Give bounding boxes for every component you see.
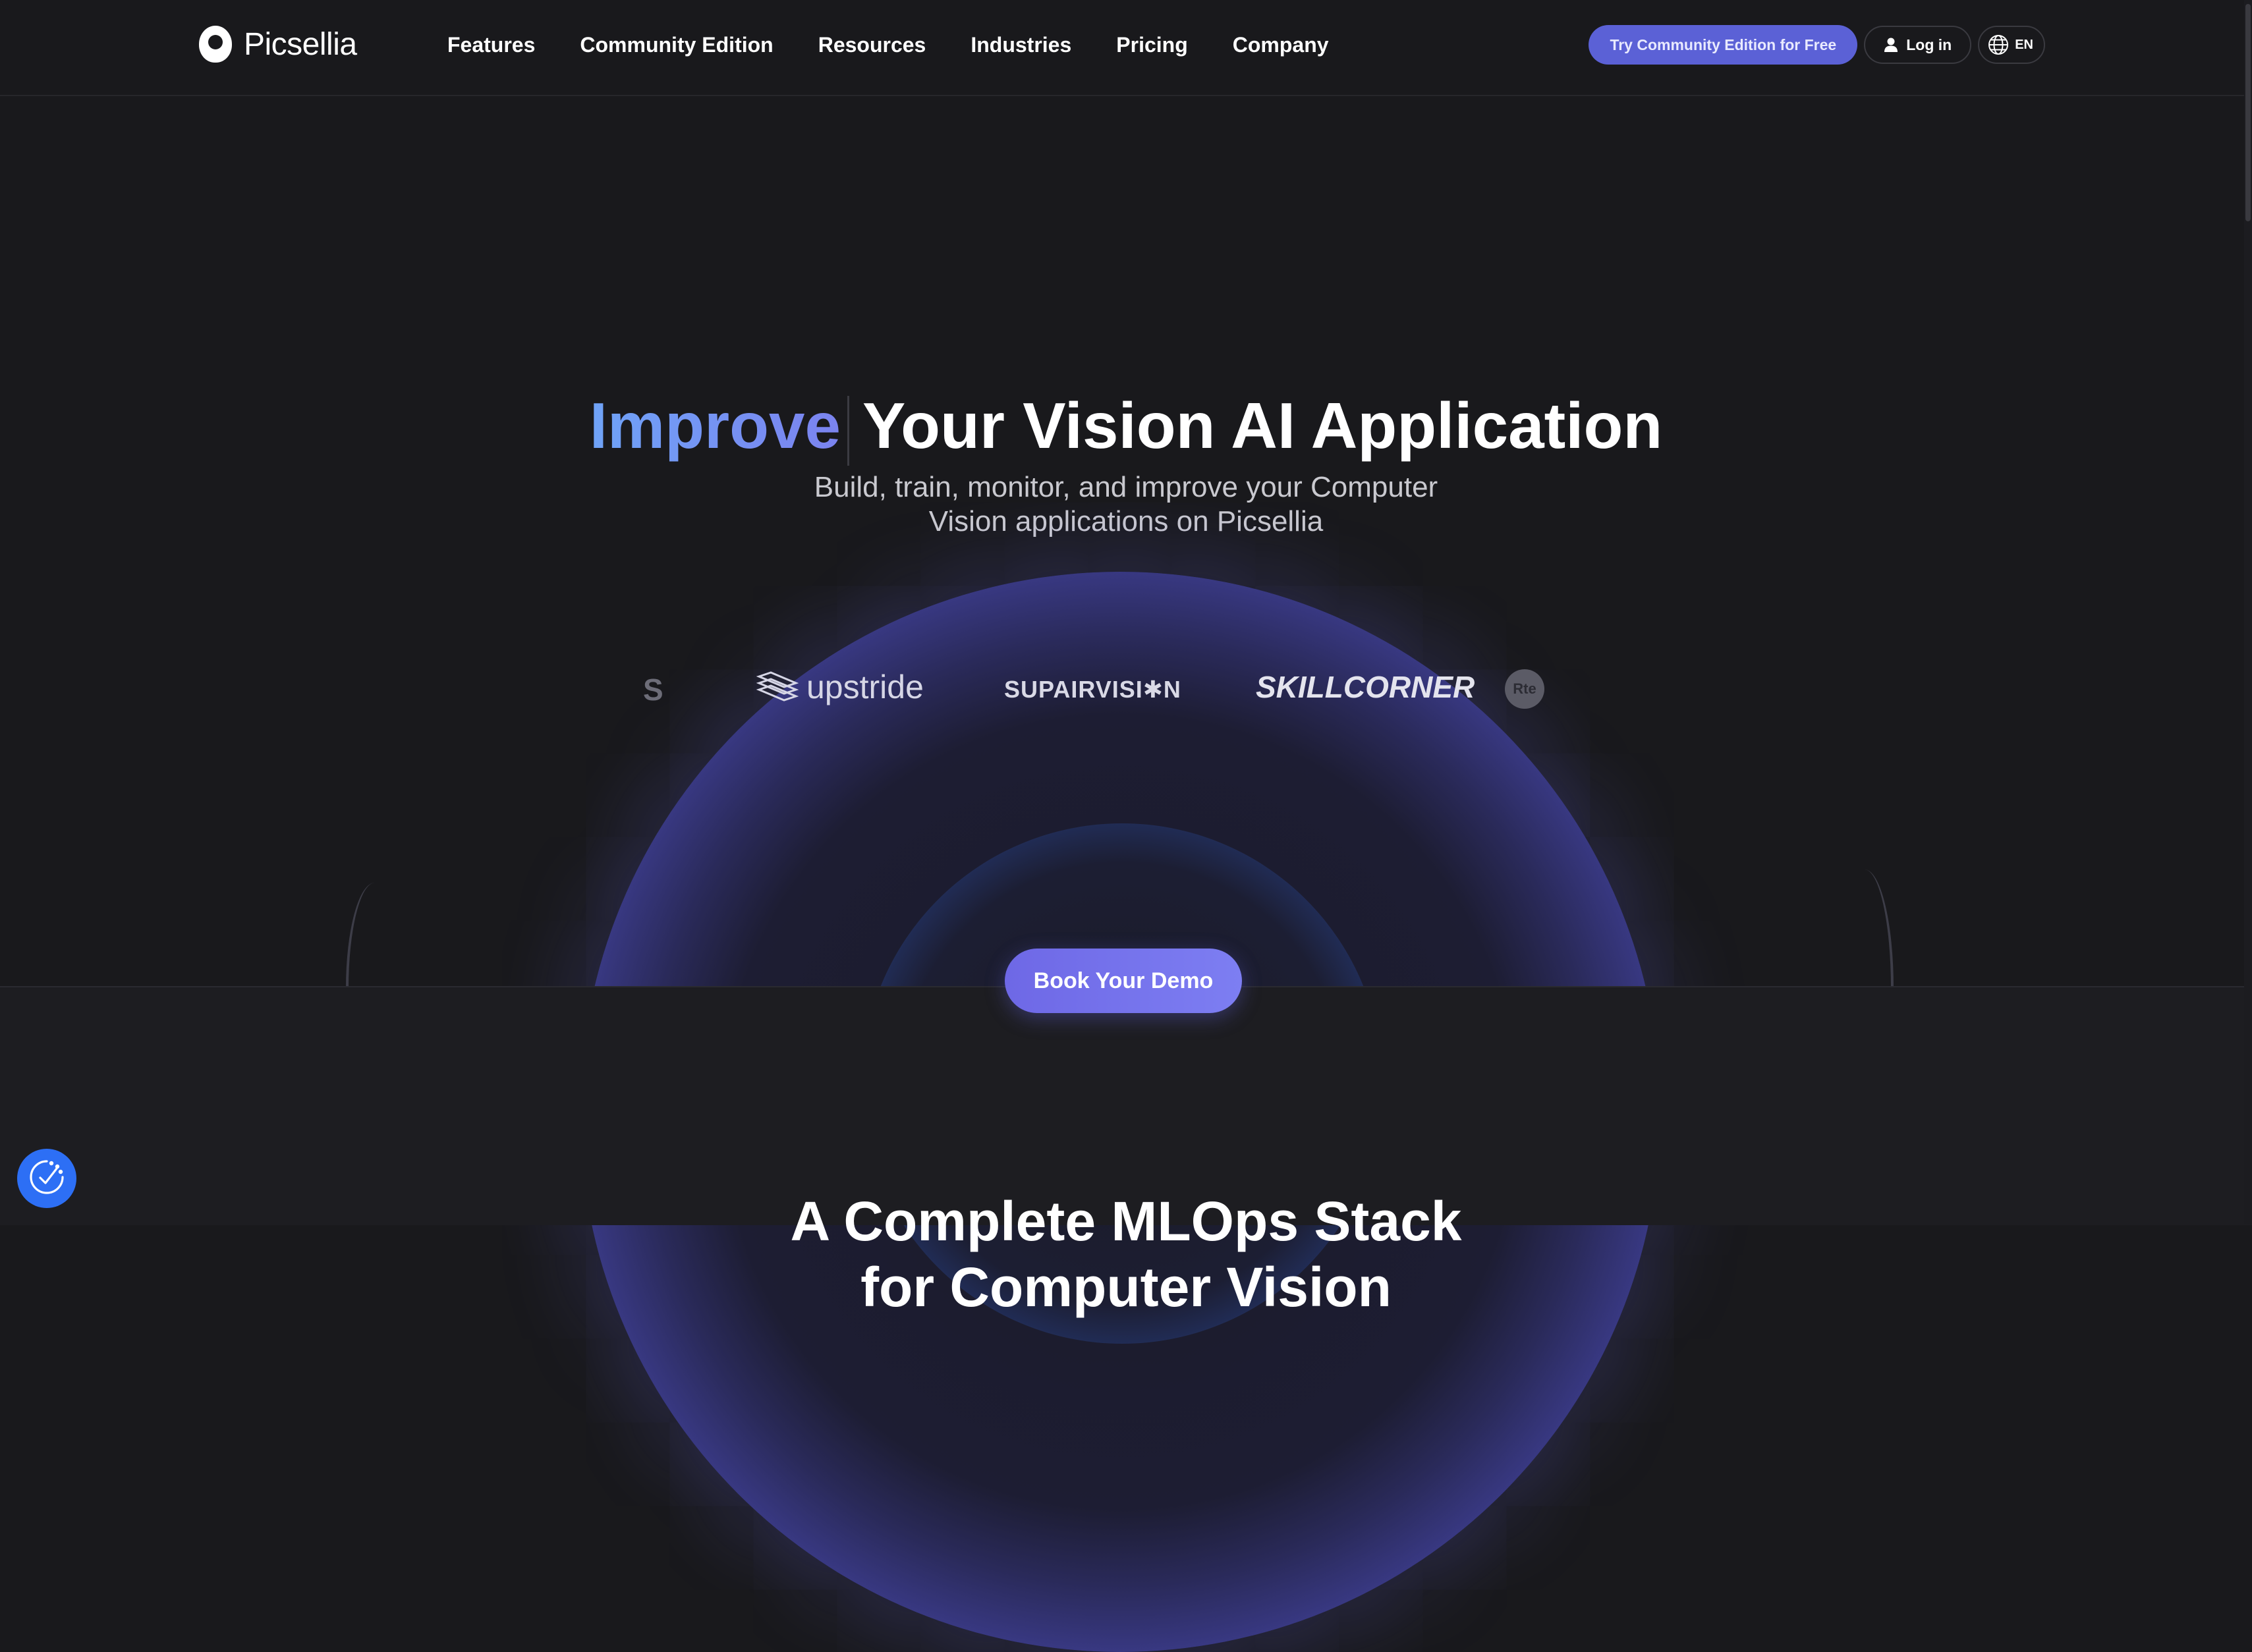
client-logo-partial: S [643, 673, 663, 707]
book-demo-button[interactable]: Book Your Demo [1005, 949, 1242, 1013]
client-logo-upstride: upstride [756, 668, 924, 706]
page-scrollbar[interactable] [2244, 0, 2252, 1224]
nav-community-edition[interactable]: Community Edition [580, 29, 773, 61]
hero-title-rest: Your Vision AI Application [862, 389, 1663, 462]
typing-cursor [847, 395, 850, 466]
login-button[interactable]: Log in [1864, 26, 1972, 64]
brand-name: Picsellia [244, 26, 357, 62]
hero-title-accent: Improve [589, 389, 841, 462]
hero-title: Improve Your Vision AI Application [0, 379, 2252, 472]
top-navbar: Picsellia Features Community Edition Res… [0, 0, 2252, 96]
arc-side-left [346, 883, 375, 988]
globe-icon [1987, 34, 2010, 56]
language-label: EN [2015, 37, 2033, 52]
section-title: A Complete MLOps Stack [790, 1190, 1462, 1252]
client-logo-rte: Rte [1505, 669, 1544, 709]
picsellia-logo-icon [199, 26, 232, 63]
upstride-logo-icon [756, 671, 799, 702]
nav-actions: Try Community Edition for Free Log in EN [1589, 25, 2045, 65]
client-logo-supairvision: SUPAIRVISI✱N [1004, 676, 1181, 703]
language-selector[interactable]: EN [1978, 26, 2045, 64]
login-label: Log in [1906, 36, 1952, 53]
brand-logo[interactable]: Picsellia [199, 22, 357, 66]
cookie-consent-icon [28, 1158, 66, 1199]
scrollbar-thumb[interactable] [2245, 4, 2251, 221]
arc-side-right [1865, 869, 1894, 988]
nav-pricing[interactable]: Pricing [1116, 29, 1187, 61]
nav-industries[interactable]: Industries [971, 29, 1071, 61]
cookie-consent-button[interactable] [17, 1149, 76, 1208]
nav-company[interactable]: Company [1233, 29, 1329, 61]
nav-resources[interactable]: Resources [818, 29, 926, 61]
section-title-line2: for Computer Vision [860, 1255, 1392, 1318]
client-logo-skillcorner: SKILLCORNER [1256, 670, 1475, 704]
try-community-edition-button[interactable]: Try Community Edition for Free [1589, 25, 1858, 65]
nav-features[interactable]: Features [447, 29, 535, 61]
user-icon [1884, 37, 1898, 53]
main-nav: Features Community Edition Resources Ind… [447, 29, 1374, 61]
hero-subtitle: Build, train, monitor, and improve your … [814, 471, 1438, 537]
upstride-label: upstride [806, 669, 924, 705]
